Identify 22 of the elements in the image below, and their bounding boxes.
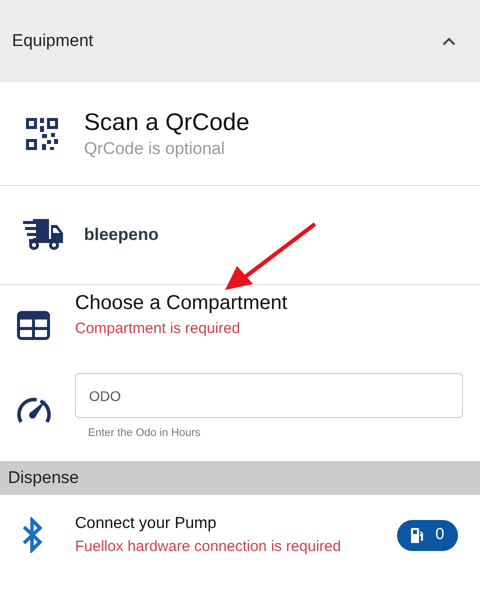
error-message: Compartment is required: [75, 320, 242, 337]
qr-subtitle: QrCode is optional: [84, 138, 226, 158]
bluetooth-icon: [21, 517, 43, 553]
error-message: Fuellox hardware connection is required: [75, 538, 341, 555]
fuel-count-button[interactable]: 0: [397, 520, 458, 550]
grid-icon: [17, 311, 50, 340]
section-title: Dispense: [8, 468, 79, 488]
truck-icon: [23, 219, 63, 251]
compartment-row[interactable]: Choose a Compartment Compartment is required: [0, 285, 480, 361]
odo-field[interactable]: ODO: [75, 373, 463, 418]
accordion-header[interactable]: Equipment: [0, 0, 480, 82]
vehicle-name: bleepeno: [84, 225, 159, 245]
fuel-pump-icon: [410, 528, 424, 542]
qr-row[interactable]: Scan a QrCode QrCode is optional: [0, 82, 480, 186]
pump-title: Connect your Pump: [75, 515, 218, 533]
pump-row[interactable]: Connect your Pump Fuellox hardware connection is required 0: [0, 495, 480, 575]
section-title: Equipment: [12, 31, 94, 51]
chevron-icon[interactable]: [442, 36, 456, 46]
compartment-title: Choose a Compartment: [75, 292, 288, 315]
odo-hint: Enter the Odo in Hours: [87, 427, 202, 439]
qr-title: Scan a QrCode: [84, 108, 250, 136]
qr-code-icon: [25, 116, 59, 150]
